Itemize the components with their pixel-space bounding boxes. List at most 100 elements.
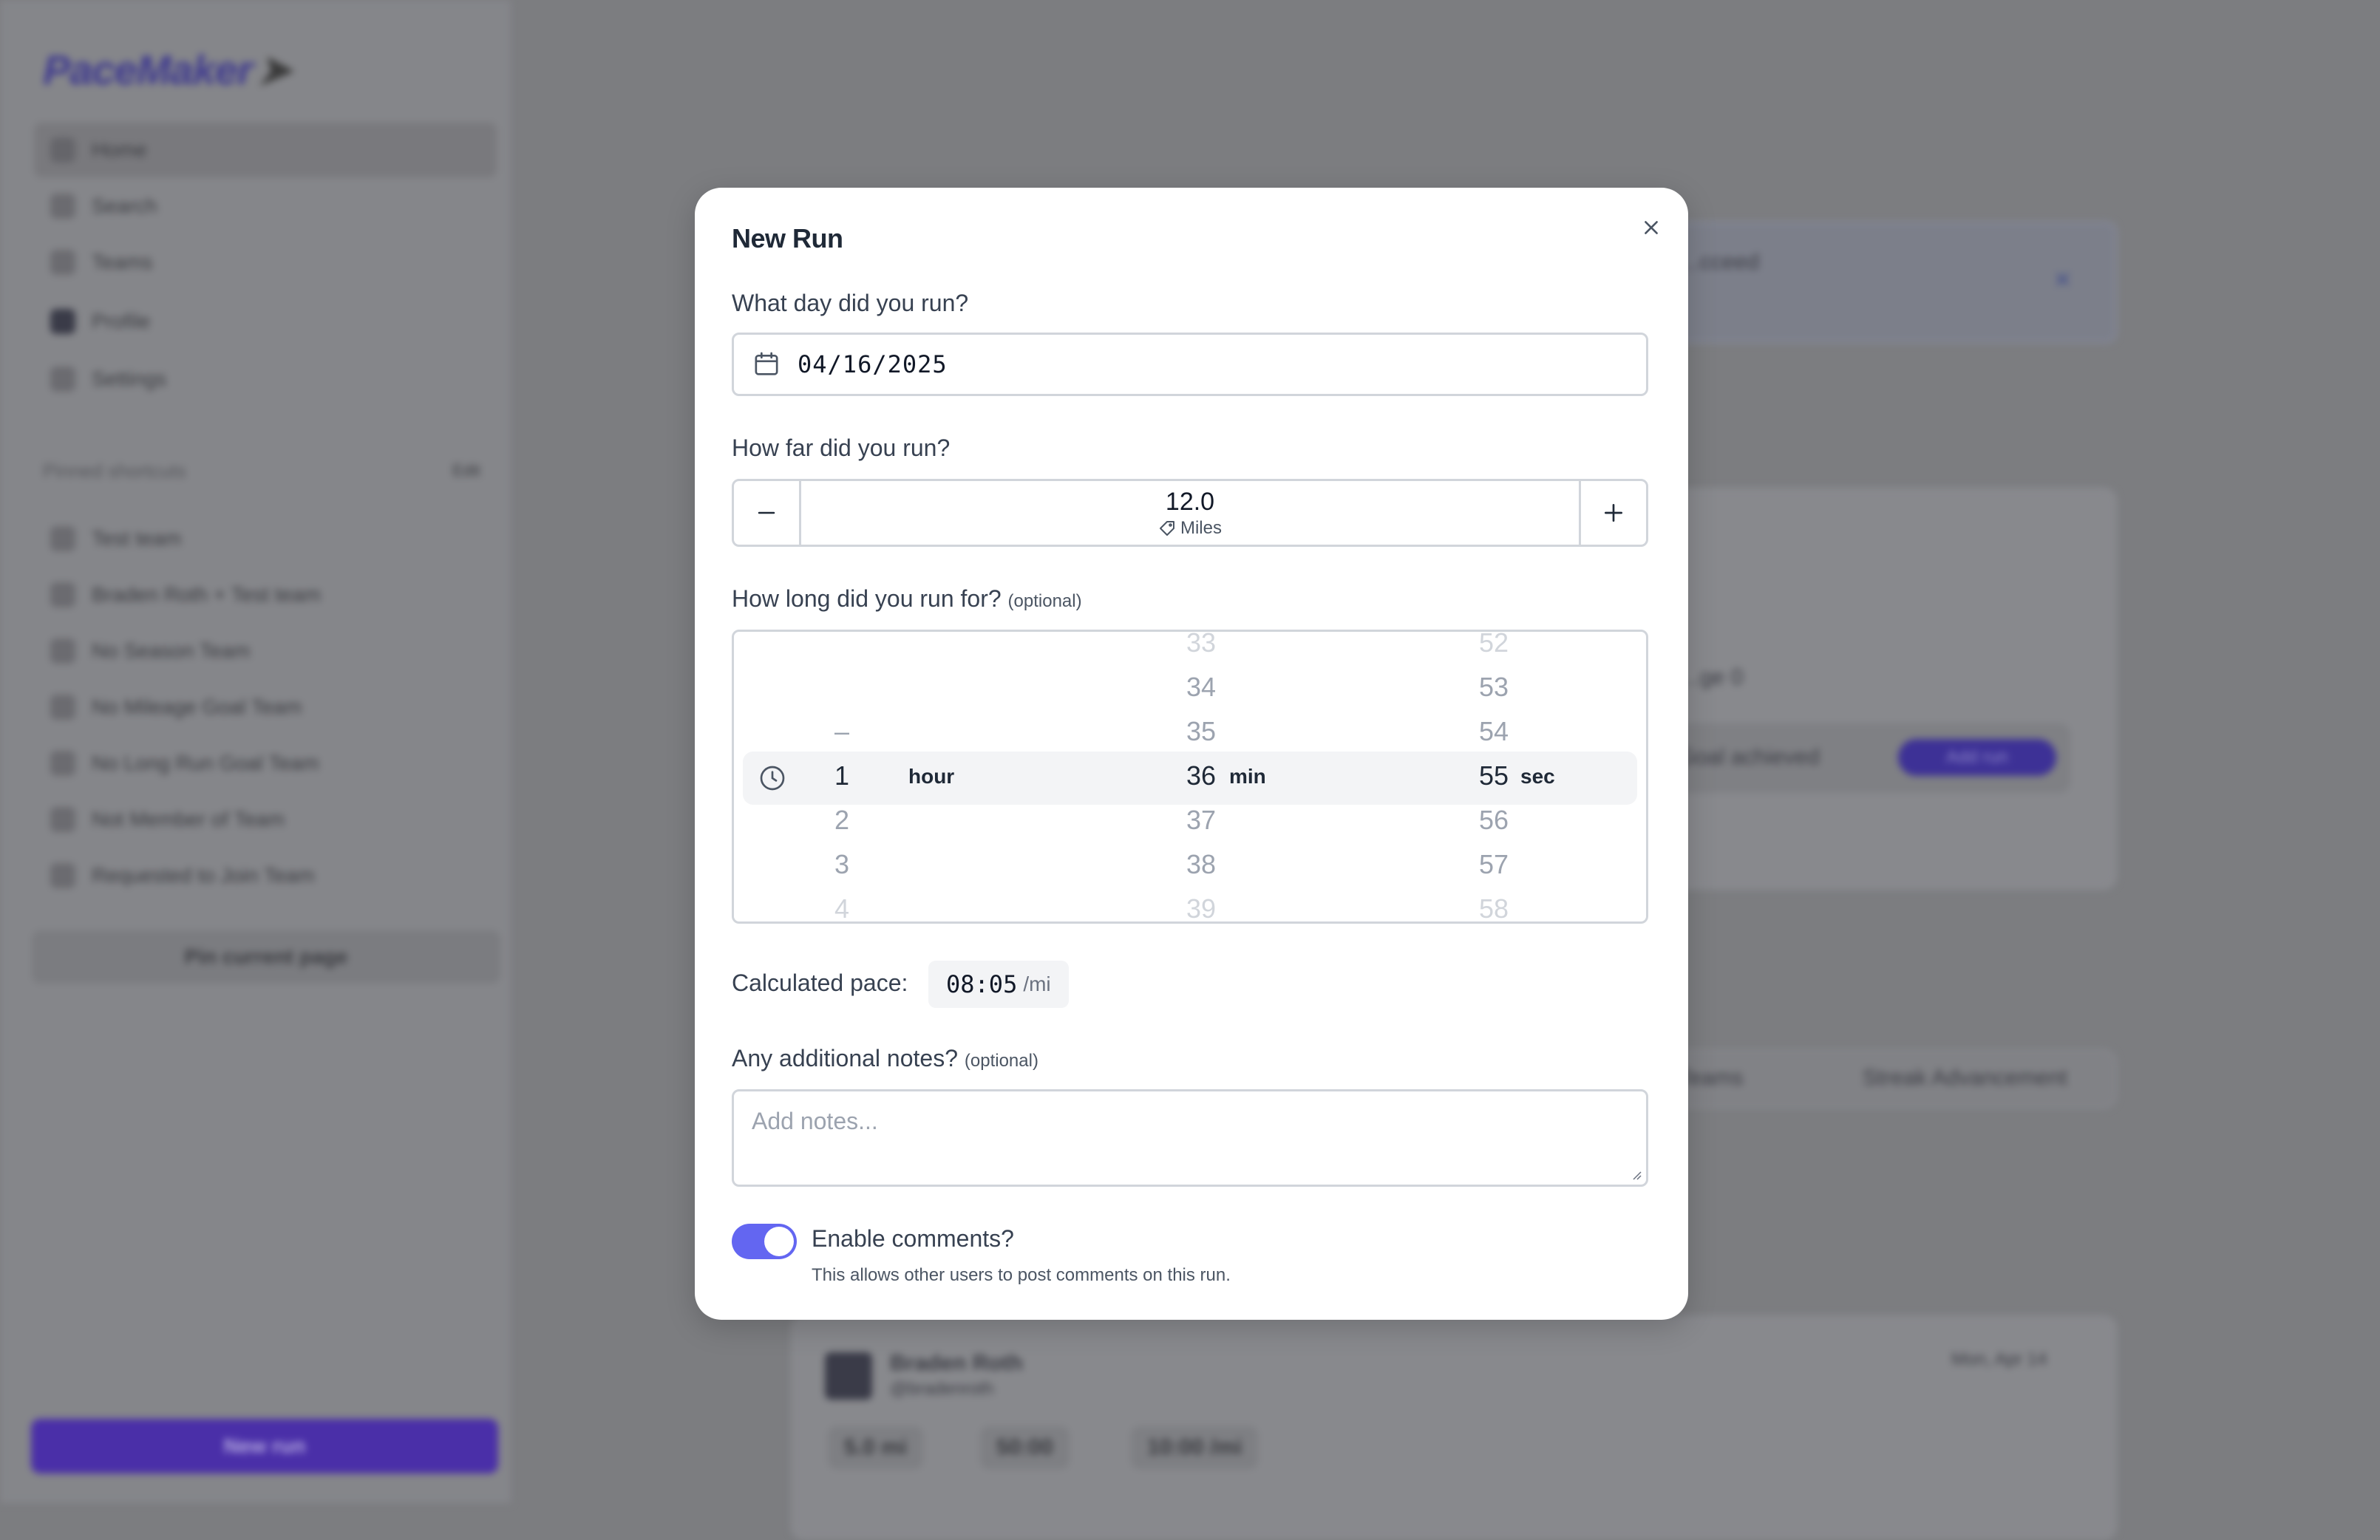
pace-unit: /mi: [1023, 972, 1051, 995]
pace-badge: 08:05 /mi: [928, 961, 1069, 1008]
date-value: 04/16/2025: [798, 350, 948, 378]
minute-unit: min: [1229, 765, 1266, 788]
avatar: [50, 309, 75, 334]
second-unit: sec: [1520, 765, 1555, 788]
sidebar: PaceMaker ➤ Home Search Teams Profile Set…: [0, 0, 511, 1503]
pinned-item[interactable]: No Long Run Goal Team: [34, 736, 497, 791]
minute-option[interactable]: 33: [1186, 632, 1216, 658]
hour-option[interactable]: 3: [834, 849, 849, 880]
distance-value: 12.0: [1165, 487, 1215, 516]
nav-search[interactable]: Search: [34, 179, 497, 234]
notes-textarea[interactable]: Add notes...: [732, 1089, 1648, 1187]
home-icon: [50, 137, 75, 163]
duration-picker: – 1 hour 2 3 4 33 34 35 36 min 37 38 39 …: [732, 630, 1648, 924]
increment-button[interactable]: [1579, 481, 1646, 545]
hour-option[interactable]: –: [834, 716, 849, 747]
team-icon: [50, 695, 75, 720]
minute-option[interactable]: 37: [1186, 805, 1216, 836]
minute-selected[interactable]: 36: [1186, 760, 1216, 791]
date-field[interactable]: 04/16/2025: [732, 333, 1648, 396]
users-icon: [50, 250, 75, 275]
distance-stepper: 12.0 Miles: [732, 479, 1648, 547]
resize-handle-icon[interactable]: [1630, 1168, 1642, 1180]
close-button[interactable]: [1633, 210, 1669, 245]
clock-icon: [760, 766, 785, 791]
new-run-modal: New Run What day did you run? 04/16/2025…: [695, 188, 1688, 1320]
pinned-edit-link[interactable]: Edit: [452, 461, 480, 480]
plus-icon: [1605, 504, 1622, 522]
pinned-item[interactable]: Requested to Join Team: [34, 848, 497, 903]
alert-close-icon[interactable]: ✕: [2053, 268, 2072, 293]
toggle-knob: [764, 1227, 794, 1256]
feed-avatar: [825, 1352, 872, 1400]
nav-settings[interactable]: Settings: [34, 352, 497, 406]
team-icon: [50, 863, 75, 888]
team-icon: [50, 751, 75, 776]
decrement-button[interactable]: [734, 481, 801, 545]
minus-icon: [758, 511, 775, 514]
nav-teams[interactable]: Teams: [34, 235, 497, 290]
feed-user-handle: @bradenroth: [890, 1379, 994, 1399]
second-option[interactable]: 53: [1479, 672, 1509, 703]
distance-label: How far did you run?: [732, 435, 951, 461]
pin-current-page-button[interactable]: Pin current page: [33, 931, 500, 983]
pinned-item[interactable]: No Mileage Goal Team: [34, 680, 497, 735]
second-selected[interactable]: 55: [1479, 760, 1509, 791]
minute-option[interactable]: 35: [1186, 716, 1216, 747]
alert-text: …cceed: [1678, 250, 1760, 274]
pinned-shortcuts-title: Pinned shortcuts: [43, 460, 186, 482]
modal-title: New Run: [732, 223, 843, 253]
pinned-item[interactable]: No Season Team: [34, 624, 497, 678]
search-icon: [50, 194, 75, 219]
distance-input[interactable]: 12.0 Miles: [801, 481, 1579, 545]
feed-stat-distance: 5.0 mi: [828, 1426, 924, 1469]
hour-selected[interactable]: 1: [834, 760, 849, 791]
close-icon: [1645, 221, 1658, 234]
team-icon: [50, 807, 75, 832]
date-label: What day did you run?: [732, 290, 969, 316]
minute-option[interactable]: 39: [1186, 893, 1216, 921]
second-option[interactable]: 58: [1479, 893, 1509, 921]
team-icon: [50, 638, 75, 664]
feed-date: Mon, Apr 14: [1951, 1349, 2047, 1369]
feed-user-name[interactable]: Braden Roth: [890, 1351, 1023, 1376]
gear-icon: [50, 367, 75, 392]
goal-achieved-text: Goal achieved: [1678, 745, 1820, 769]
duration-label: How long did you run for? (optional): [732, 585, 1082, 612]
second-option[interactable]: 52: [1479, 632, 1509, 658]
distance-unit-label: Miles: [1180, 517, 1222, 538]
feed-stat-time: 50:00: [980, 1426, 1070, 1469]
minute-option[interactable]: 38: [1186, 849, 1216, 880]
second-option[interactable]: 57: [1479, 849, 1509, 880]
pinned-item[interactable]: Test team: [34, 511, 497, 566]
second-option[interactable]: 56: [1479, 805, 1509, 836]
new-run-button[interactable]: New run: [31, 1419, 498, 1473]
minute-option[interactable]: 34: [1186, 672, 1216, 703]
hour-unit: hour: [908, 765, 955, 788]
tag-icon: [1159, 520, 1174, 536]
user-icon: [50, 582, 75, 607]
hour-option[interactable]: 2: [834, 805, 849, 836]
nav-home[interactable]: Home: [34, 123, 497, 177]
enable-comments-toggle[interactable]: [732, 1224, 797, 1259]
pace-label: Calculated pace:: [732, 970, 908, 996]
filter-streak[interactable]: Streak Advancement: [1863, 1066, 2067, 1091]
second-option[interactable]: 54: [1479, 716, 1509, 747]
notes-placeholder: Add notes...: [752, 1108, 878, 1134]
enable-comments-help: This allows other users to post comments…: [812, 1265, 1231, 1285]
pinned-item[interactable]: Braden Roth + Test team: [34, 568, 497, 622]
team-icon: [50, 526, 75, 551]
pace-value: 08:05: [946, 970, 1018, 998]
notes-label: Any additional notes? (optional): [732, 1045, 1038, 1071]
feed-stat-pace: 10:00 /mi: [1131, 1426, 1259, 1469]
calendar-icon: [755, 352, 778, 375]
app-logo: PaceMaker ➤: [43, 47, 292, 93]
enable-comments-label: Enable comments?: [812, 1225, 1014, 1252]
nav-profile[interactable]: Profile: [34, 294, 497, 349]
duration-optional: (optional): [1007, 591, 1082, 611]
notes-optional: (optional): [964, 1051, 1038, 1071]
add-run-pill[interactable]: Add run: [1898, 739, 2056, 776]
hour-option[interactable]: 4: [834, 893, 849, 921]
distance-unit-toggle[interactable]: Miles: [1158, 518, 1222, 539]
pinned-item[interactable]: Not Member of Team: [34, 792, 497, 847]
